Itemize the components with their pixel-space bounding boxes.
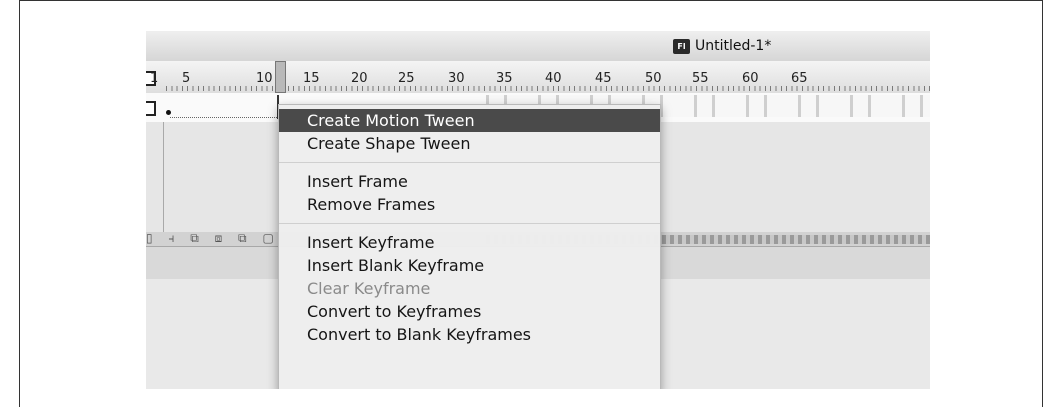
ruler-label: 1	[150, 71, 159, 86]
frame-span[interactable]	[170, 117, 277, 118]
document-title-text: Untitled-1*	[695, 38, 772, 54]
title-bar: Fl Untitled-1*	[146, 31, 930, 62]
menu-item-remove-frames[interactable]: Remove Frames	[279, 193, 660, 216]
menu-separator	[279, 162, 660, 163]
ruler-label: 40	[545, 71, 562, 86]
ruler-label: 55	[692, 71, 709, 86]
menu-item-clear-keyframe: Clear Keyframe	[307, 279, 431, 298]
menu-item-insert-keyframe[interactable]: Insert Keyframe	[279, 231, 660, 254]
ruler-label: 65	[791, 71, 808, 86]
ruler-label: 50	[645, 71, 662, 86]
menu-separator	[279, 223, 660, 224]
keyframe-dot[interactable]	[166, 110, 171, 115]
menu-item-insert-frame[interactable]: Insert Frame	[279, 170, 660, 193]
ruler-label: 25	[398, 71, 415, 86]
menu-item-insert-blank-keyframe[interactable]: Insert Blank Keyframe	[279, 254, 660, 277]
layer-column-divider	[163, 122, 164, 232]
menu-item-convert-to-blank-keyframes[interactable]: Convert to Blank Keyframes	[279, 323, 660, 346]
menu-item-convert-to-keyframes[interactable]: Convert to Keyframes	[279, 300, 660, 323]
flash-window: Fl Untitled-1* 1 5 10 15 20 25 30 35 40 45 50 55 60 6…	[146, 31, 930, 389]
ruler-label: 5	[182, 71, 191, 86]
ruler-label: 20	[351, 71, 368, 86]
flash-document-icon: Fl	[673, 38, 690, 54]
ruler-label: 60	[742, 71, 759, 86]
ruler-label: 15	[303, 71, 320, 86]
document-title: Fl Untitled-1*	[673, 38, 771, 54]
ruler-label: 10	[256, 71, 273, 86]
layer-outline-toggle[interactable]	[146, 101, 156, 116]
frame-ruler[interactable]: 1 5 10 15 20 25 30 35 40 45 50 55 60 65	[146, 61, 930, 94]
context-menu: Create Motion Tween Create Shape Tween Ins…	[278, 104, 661, 389]
ruler-label: 45	[595, 71, 612, 86]
playhead[interactable]	[275, 61, 286, 93]
menu-item-create-motion-tween[interactable]: Create Motion Tween	[279, 109, 660, 132]
menu-item-create-shape-tween[interactable]: Create Shape Tween	[279, 132, 660, 155]
ruler-label: 30	[448, 71, 465, 86]
ruler-label: 35	[496, 71, 513, 86]
onion-skin-icons[interactable]: ▯ ⫞ ⧉ ⧈ ⧉ ▢	[146, 231, 280, 246]
